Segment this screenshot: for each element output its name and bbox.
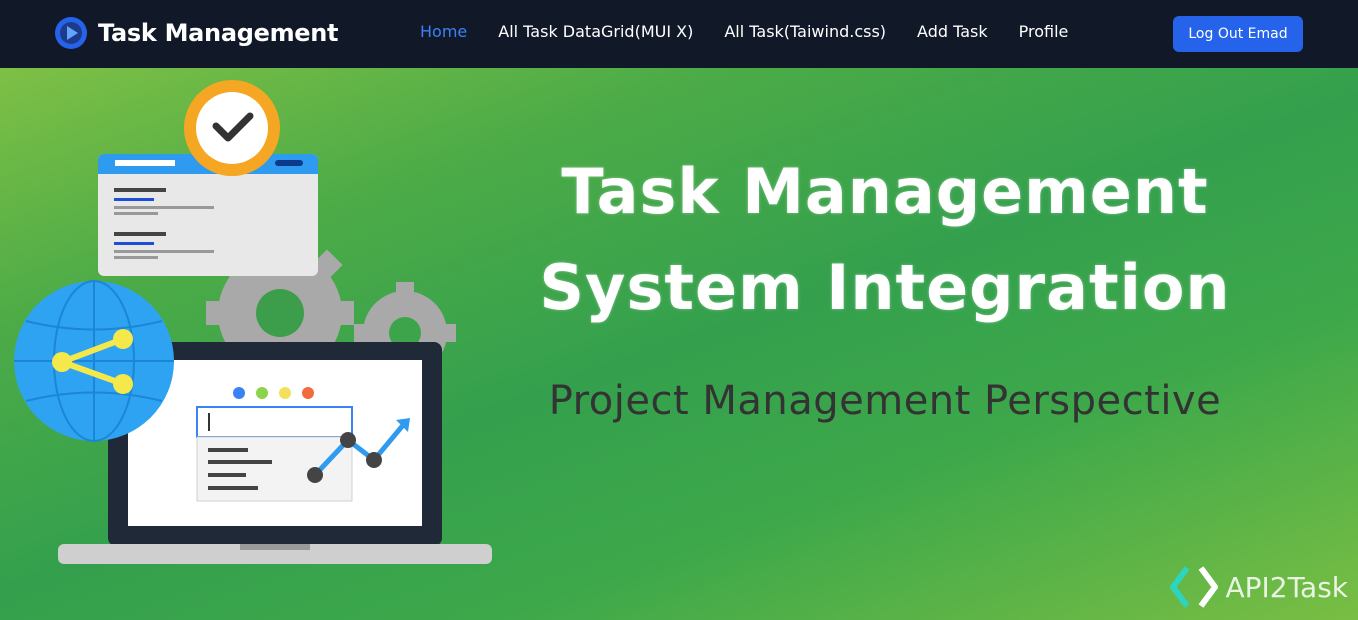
main-nav: Home All Task DataGrid(MUI X) All Task(T… [420, 22, 1099, 41]
globe-share-icon [14, 280, 174, 442]
task-management-illustration [14, 80, 492, 564]
nav-link-all-task-tailwind[interactable]: All Task(Taiwind.css) [724, 22, 886, 41]
api2task-logo-icon [1170, 566, 1219, 608]
hero-title-line-2: System Integration [539, 251, 1231, 324]
nav-link-home[interactable]: Home [420, 22, 467, 41]
hero-subtitle: Project Management Perspective [548, 378, 1222, 424]
top-navbar: Task Management Home All Task DataGrid(M… [0, 0, 1358, 68]
hero-banner: Task Management System Integration Proje… [0, 68, 1358, 620]
clock-icon [184, 80, 280, 176]
nav-link-all-task-datagrid[interactable]: All Task DataGrid(MUI X) [498, 22, 693, 41]
watermark-text: API2Task [1225, 570, 1348, 604]
nav-link-add-task[interactable]: Add Task [917, 22, 988, 41]
nav-link-profile[interactable]: Profile [1019, 22, 1069, 41]
hero-title-line-1: Task Management [561, 155, 1209, 228]
browser-window-icon [98, 154, 318, 276]
logout-button[interactable]: Log Out Emad [1173, 16, 1303, 52]
hero-title: Task Management System Integration [500, 144, 1270, 336]
brand-title: Task Management [98, 19, 339, 47]
brand-link[interactable]: Task Management [54, 16, 339, 50]
play-circle-icon [55, 17, 87, 49]
watermark: API2Task [1169, 564, 1348, 610]
